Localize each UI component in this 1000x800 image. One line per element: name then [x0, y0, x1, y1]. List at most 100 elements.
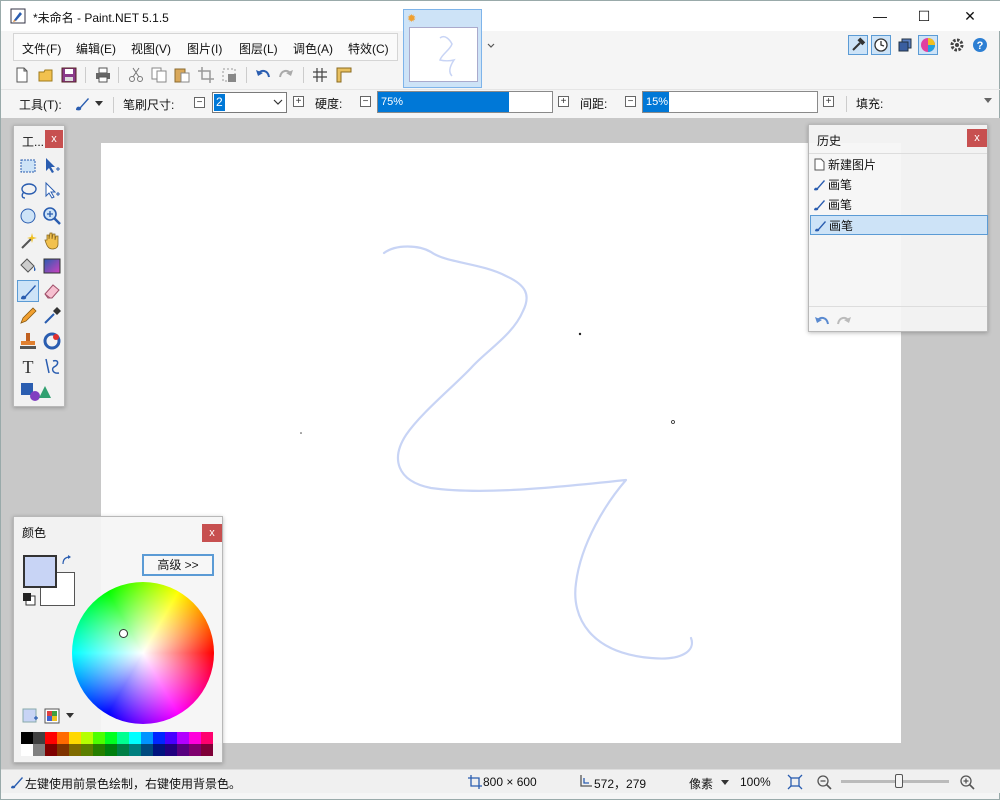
palette-swatch[interactable] — [129, 732, 141, 744]
palette-swatch[interactable] — [69, 732, 81, 744]
hardness-slider[interactable]: 75% — [377, 91, 553, 113]
color-wheel[interactable] — [72, 582, 214, 724]
maximize-button[interactable]: ☐ — [901, 1, 947, 31]
copy-icon[interactable] — [150, 66, 168, 84]
tool-dropdown-icon[interactable] — [95, 101, 103, 107]
history-redo-icon[interactable] — [835, 313, 853, 329]
ellipse-select-icon[interactable] — [17, 205, 39, 227]
palette-swatch[interactable] — [153, 732, 165, 744]
brush-size-combobox[interactable]: 2 — [212, 92, 287, 113]
palette-swatch[interactable] — [81, 732, 93, 744]
open-folder-icon[interactable] — [37, 66, 55, 84]
paint-bucket-icon[interactable] — [17, 255, 39, 277]
colors-icon[interactable] — [918, 35, 938, 55]
crop-icon[interactable] — [197, 66, 215, 84]
grid-icon[interactable] — [311, 66, 329, 84]
layers-icon[interactable] — [895, 35, 915, 55]
palette-swatch[interactable] — [177, 744, 189, 756]
brush-size-increase-button[interactable]: + — [293, 96, 304, 107]
deselect-icon[interactable] — [220, 66, 238, 84]
move-selection-icon[interactable] — [41, 155, 63, 177]
colors-panel-close-button[interactable]: x — [202, 524, 222, 542]
palette-menu-icon[interactable] — [44, 708, 60, 724]
menu-adjustments[interactable]: 调色(A) — [293, 40, 333, 57]
advanced-colors-button[interactable]: 高级 >> — [142, 554, 214, 576]
palette-swatch[interactable] — [117, 732, 129, 744]
palette-swatch[interactable] — [141, 744, 153, 756]
spacing-slider[interactable]: 15% — [642, 91, 818, 113]
hardness-increase-button[interactable]: + — [558, 96, 569, 107]
tools-panel-close-button[interactable]: x — [45, 130, 63, 148]
lasso-select-icon[interactable] — [17, 180, 39, 202]
spacing-decrease-button[interactable]: − — [625, 96, 636, 107]
history-icon[interactable] — [871, 35, 891, 55]
swap-colors-icon[interactable] — [61, 555, 73, 567]
paintbrush-icon[interactable] — [73, 96, 91, 112]
undo-icon[interactable] — [254, 66, 272, 84]
ruler-icon[interactable] — [335, 66, 353, 84]
palette-swatch[interactable] — [105, 732, 117, 744]
eraser-icon[interactable] — [41, 280, 63, 302]
palette-swatch[interactable] — [33, 732, 45, 744]
move-selected-icon[interactable] — [41, 180, 63, 202]
history-undo-icon[interactable] — [813, 313, 831, 329]
palette-swatch[interactable] — [105, 744, 117, 756]
zoom-slider-thumb[interactable] — [895, 774, 903, 788]
paintbrush-icon[interactable] — [17, 280, 39, 302]
add-to-palette-icon[interactable] — [22, 708, 40, 724]
spacing-increase-button[interactable]: + — [823, 96, 834, 107]
gear-icon[interactable] — [947, 35, 967, 55]
primary-color-swatch[interactable] — [23, 555, 57, 588]
menu-effects[interactable]: 特效(C) — [348, 40, 389, 57]
line-curve-icon[interactable] — [41, 355, 63, 377]
zoom-to-window-icon[interactable] — [787, 774, 803, 790]
palette-swatch[interactable] — [57, 744, 69, 756]
palette-swatch[interactable] — [21, 732, 33, 744]
palette-swatch[interactable] — [153, 744, 165, 756]
minimize-button[interactable]: — — [857, 1, 903, 31]
zoom-out-icon[interactable] — [816, 774, 832, 790]
history-item-active[interactable]: 画笔 — [810, 215, 988, 235]
rectangle-select-icon[interactable] — [17, 155, 39, 177]
palette-swatch[interactable] — [33, 744, 45, 756]
menu-file[interactable]: 文件(F) — [22, 40, 61, 57]
history-item[interactable]: 新建图片 — [810, 155, 988, 175]
history-item[interactable]: 画笔 — [810, 195, 988, 215]
redo-icon[interactable] — [277, 66, 295, 84]
palette-swatch[interactable] — [21, 744, 33, 756]
units-dropdown-icon[interactable] — [721, 780, 729, 786]
palette-swatch[interactable] — [141, 732, 153, 744]
zoom-level[interactable]: 100% — [740, 775, 771, 789]
chevron-down-icon[interactable] — [273, 99, 283, 106]
magic-wand-icon[interactable] — [17, 230, 39, 252]
print-icon[interactable] — [94, 66, 112, 84]
zoom-slider[interactable] — [841, 774, 949, 788]
text-icon[interactable]: T — [17, 355, 39, 377]
palette-swatch[interactable] — [45, 744, 57, 756]
palette-swatch[interactable] — [201, 732, 213, 744]
cut-icon[interactable] — [127, 66, 145, 84]
color-wheel-handle[interactable] — [119, 629, 128, 638]
palette-swatch[interactable] — [165, 744, 177, 756]
palette-swatch[interactable] — [189, 732, 201, 744]
hammer-icon[interactable] — [848, 35, 868, 55]
palette-dropdown-icon[interactable] — [66, 713, 74, 719]
brush-size-decrease-button[interactable]: − — [194, 97, 205, 108]
palette-swatch[interactable] — [57, 732, 69, 744]
palette-swatch[interactable] — [45, 732, 57, 744]
save-icon[interactable] — [60, 66, 78, 84]
recolor-icon[interactable] — [41, 330, 63, 352]
color-picker-icon[interactable] — [41, 305, 63, 327]
palette-swatch[interactable] — [93, 732, 105, 744]
menu-edit[interactable]: 编辑(E) — [76, 40, 116, 57]
clone-stamp-icon[interactable] — [17, 330, 39, 352]
history-panel-close-button[interactable]: x — [967, 129, 987, 147]
hardness-decrease-button[interactable]: − — [360, 96, 371, 107]
palette-swatch[interactable] — [189, 744, 201, 756]
options-overflow-icon[interactable] — [984, 98, 992, 104]
history-item[interactable]: 画笔 — [810, 175, 988, 195]
shapes-icon[interactable] — [17, 380, 63, 402]
pencil-icon[interactable] — [17, 305, 39, 327]
zoom-icon[interactable] — [41, 205, 63, 227]
menu-view[interactable]: 视图(V) — [131, 40, 171, 57]
